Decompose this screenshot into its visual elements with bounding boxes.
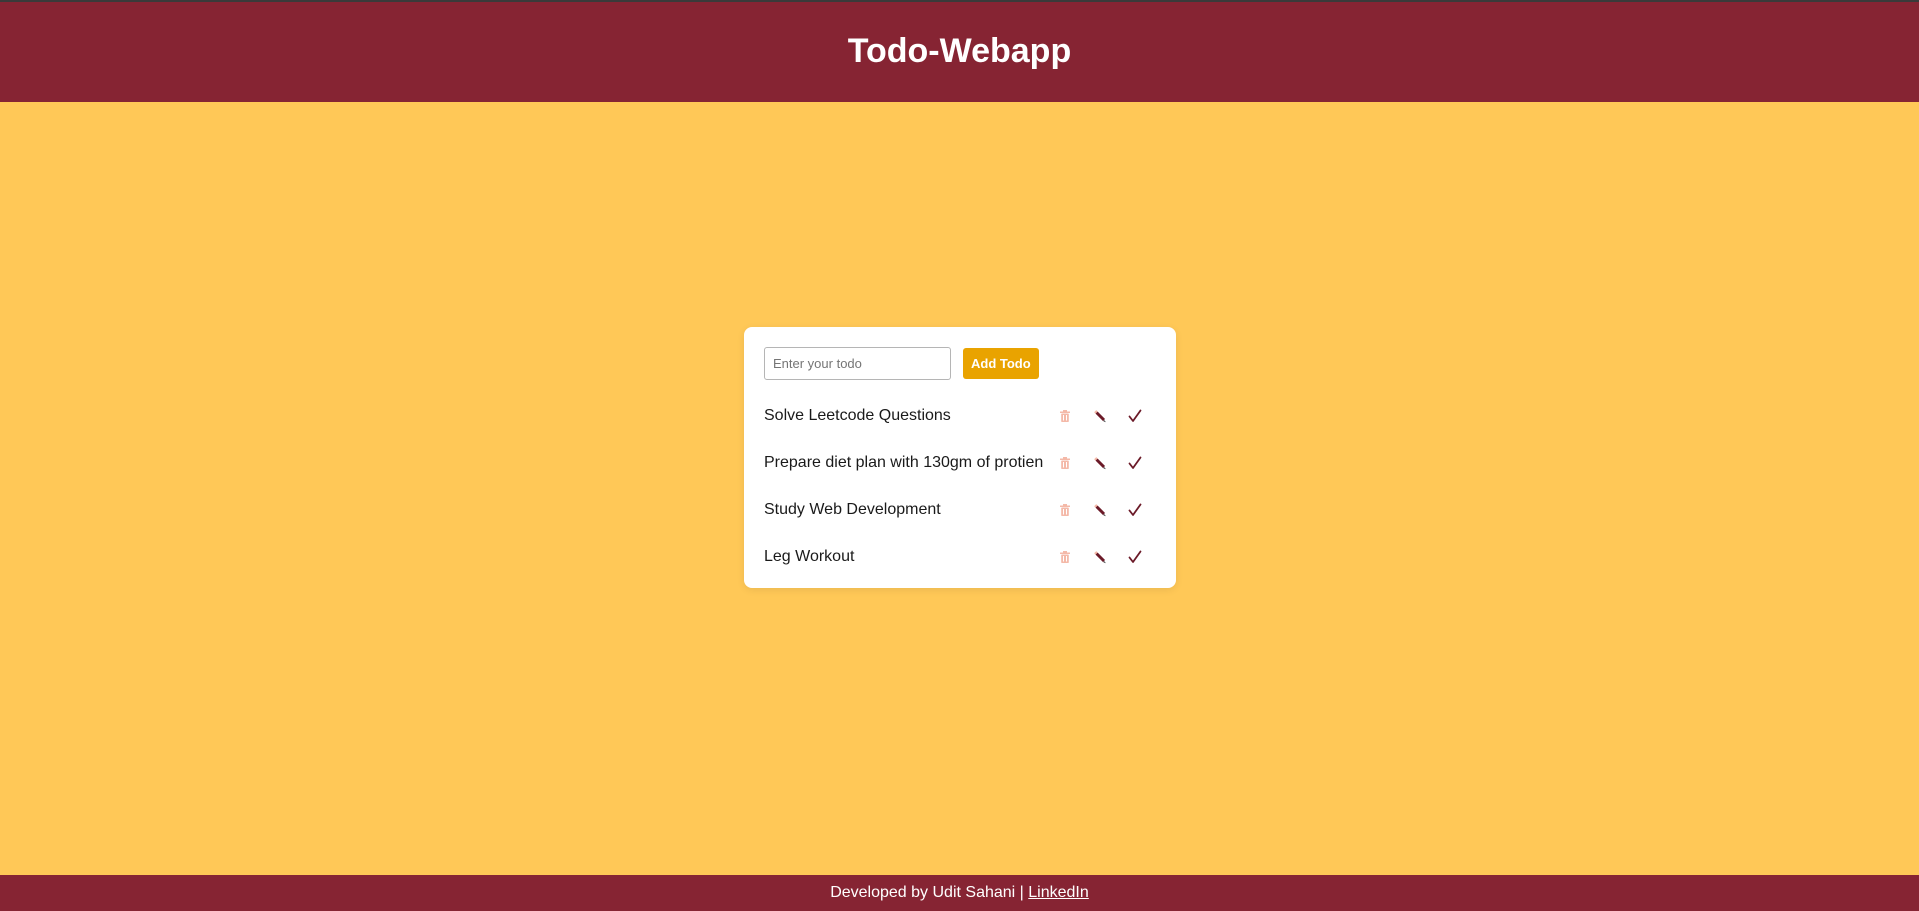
list-item: Study Web Development (764, 486, 1156, 533)
linkedin-link[interactable]: LinkedIn (1028, 884, 1089, 902)
complete-button[interactable] (1117, 404, 1152, 428)
trash-icon (1059, 503, 1070, 516)
app-footer: Developed by Udit Sahani | LinkedIn (0, 875, 1919, 911)
footer-separator: | (1019, 884, 1024, 901)
todo-actions (1047, 545, 1152, 569)
edit-button[interactable] (1082, 498, 1117, 522)
checkmark-icon (1128, 503, 1141, 516)
complete-button[interactable] (1117, 545, 1152, 569)
todo-text: Solve Leetcode Questions (764, 406, 951, 424)
add-todo-button[interactable]: Add Todo (963, 348, 1039, 379)
edit-button[interactable] (1082, 451, 1117, 475)
edit-button[interactable] (1082, 545, 1117, 569)
todo-actions (1047, 498, 1152, 522)
delete-button[interactable] (1047, 451, 1082, 475)
delete-button[interactable] (1047, 498, 1082, 522)
trash-icon (1059, 409, 1070, 422)
footer-credit: Developed by Udit Sahani (830, 884, 1016, 901)
trash-icon (1059, 550, 1070, 563)
checkmark-icon (1128, 550, 1141, 563)
todo-input[interactable] (764, 347, 951, 380)
complete-button[interactable] (1117, 498, 1152, 522)
todo-list: Solve Leetcode Questions Prepare diet pl… (764, 392, 1156, 580)
todo-text: Prepare diet plan with 130gm of protien (764, 453, 1044, 471)
trash-icon (1059, 456, 1070, 469)
pencil-icon (1093, 503, 1106, 516)
pencil-icon (1093, 550, 1106, 563)
delete-button[interactable] (1047, 404, 1082, 428)
delete-button[interactable] (1047, 545, 1082, 569)
todo-form: Add Todo (764, 347, 1156, 380)
complete-button[interactable] (1117, 451, 1152, 475)
todo-text: Study Web Development (764, 500, 941, 518)
edit-button[interactable] (1082, 404, 1117, 428)
checkmark-icon (1128, 409, 1141, 422)
todo-actions (1047, 404, 1152, 428)
todo-actions (1047, 451, 1152, 475)
list-item: Prepare diet plan with 130gm of protien (764, 439, 1156, 486)
checkmark-icon (1128, 456, 1141, 469)
todo-card: Add Todo Solve Leetcode Questions (744, 327, 1176, 588)
todo-text: Leg Workout (764, 547, 855, 565)
app-header: Todo-Webapp (0, 2, 1919, 102)
page-title: Todo-Webapp (847, 31, 1072, 70)
pencil-icon (1093, 456, 1106, 469)
list-item: Leg Workout (764, 533, 1156, 580)
pencil-icon (1093, 409, 1106, 422)
list-item: Solve Leetcode Questions (764, 392, 1156, 439)
